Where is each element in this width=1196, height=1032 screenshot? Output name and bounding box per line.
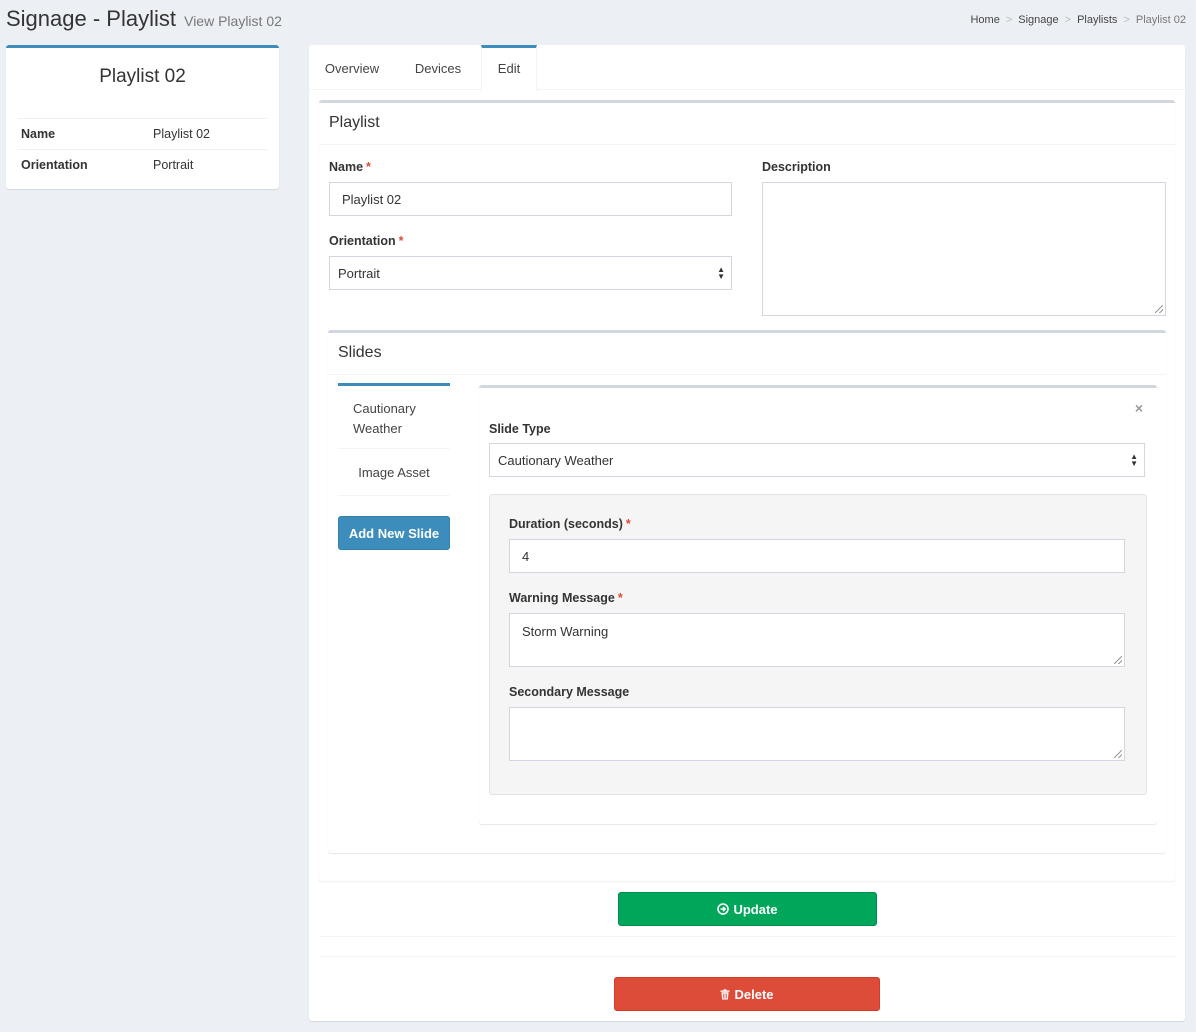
- duration-input-value: 4: [522, 548, 530, 564]
- description-label: Description: [762, 160, 831, 174]
- warning-message-value: Storm Warning: [522, 624, 609, 639]
- update-button-label: Update: [733, 901, 778, 917]
- summary-key: Orientation: [21, 158, 88, 172]
- playlist-summary-box: Playlist 02 Name Playlist 02 Orientation…: [6, 45, 279, 189]
- add-new-slide-button[interactable]: Add New Slide: [338, 516, 450, 550]
- slide-type-select-value: Cautionary Weather: [498, 452, 614, 468]
- duration-input[interactable]: 4: [509, 539, 1125, 573]
- summary-value: Portrait: [153, 158, 194, 172]
- tab-edit[interactable]: Edit: [481, 45, 537, 91]
- orientation-select[interactable]: Portrait ▲ ▼: [329, 256, 732, 290]
- resize-grip-icon[interactable]: [1114, 656, 1122, 664]
- slide-type-label: Slide Type: [489, 422, 551, 436]
- breadcrumb: Home > Signage > Playlists > Playlist 02: [970, 14, 1186, 26]
- warning-message-label: Warning Message *: [509, 591, 623, 605]
- name-input-value: Playlist 02: [342, 191, 402, 207]
- description-textarea[interactable]: [762, 182, 1166, 316]
- arrow-circle-right-icon: [717, 903, 730, 915]
- select-arrows-icon: ▲ ▼: [717, 265, 725, 281]
- slides-title: Slides: [338, 344, 382, 361]
- delete-button-label: Delete: [734, 986, 774, 1002]
- resize-grip-icon[interactable]: [1114, 750, 1122, 758]
- playlist-form-panel: Playlist Name * Playlist 02 Orientation * …: [319, 100, 1175, 881]
- orientation-label: Orientation *: [329, 234, 404, 248]
- slides-box: Slides Cautionary Weather Image Asset Ad…: [328, 330, 1166, 853]
- slide-editor-panel: × Slide Type Cautionary Weather ▲ ▼ Durat…: [479, 385, 1157, 824]
- secondary-message-textarea[interactable]: [509, 707, 1125, 761]
- slide-tab-image-asset[interactable]: Image Asset: [338, 451, 450, 496]
- secondary-message-label: Secondary Message: [509, 685, 630, 699]
- slide-tab-cautionary-weather[interactable]: Cautionary Weather: [338, 383, 450, 449]
- breadcrumb-signage[interactable]: Signage: [1018, 14, 1058, 26]
- summary-value: Playlist 02: [153, 127, 210, 141]
- trash-icon: [720, 988, 730, 999]
- breadcrumb-playlists[interactable]: Playlists: [1077, 14, 1117, 26]
- tab-bar: Overview Devices Edit: [309, 45, 1185, 91]
- playlist-summary-name: Playlist 02: [99, 66, 186, 87]
- warning-message-textarea[interactable]: Storm Warning: [509, 613, 1125, 667]
- playlist-summary-table: Name Playlist 02 Orientation Portrait: [18, 118, 267, 180]
- slide-type-select[interactable]: Cautionary Weather ▲ ▼: [489, 443, 1145, 477]
- playlist-form-title: Playlist: [329, 114, 380, 131]
- breadcrumb-home[interactable]: Home: [970, 14, 999, 26]
- page-subtitle: View Playlist 02: [184, 13, 282, 29]
- slide-fields-well: Duration (seconds) * 4 Warning Message * S…: [489, 494, 1147, 795]
- breadcrumb-current: Playlist 02: [1135, 14, 1186, 26]
- summary-key: Name: [21, 127, 56, 141]
- close-icon[interactable]: ×: [1135, 400, 1143, 416]
- summary-row-name: Name Playlist 02: [18, 118, 267, 149]
- delete-button[interactable]: Delete: [614, 977, 880, 1011]
- summary-row-orientation: Orientation Portrait: [18, 149, 267, 180]
- page-title: Signage - Playlist View Playlist 02: [6, 6, 282, 32]
- name-label: Name *: [329, 160, 371, 174]
- tab-overview[interactable]: Overview: [309, 45, 395, 90]
- name-input[interactable]: Playlist 02: [329, 182, 732, 216]
- main-content-box: Overview Devices Edit Playlist Name * Pla…: [309, 45, 1185, 1021]
- update-button[interactable]: Update: [618, 892, 877, 926]
- page-title-text: Signage - Playlist: [6, 6, 176, 31]
- duration-label: Duration (seconds) *: [509, 517, 631, 531]
- orientation-select-value: Portrait: [338, 265, 380, 281]
- resize-grip-icon[interactable]: [1155, 305, 1163, 313]
- select-arrows-icon: ▲ ▼: [1130, 452, 1138, 468]
- tab-devices[interactable]: Devices: [395, 45, 481, 90]
